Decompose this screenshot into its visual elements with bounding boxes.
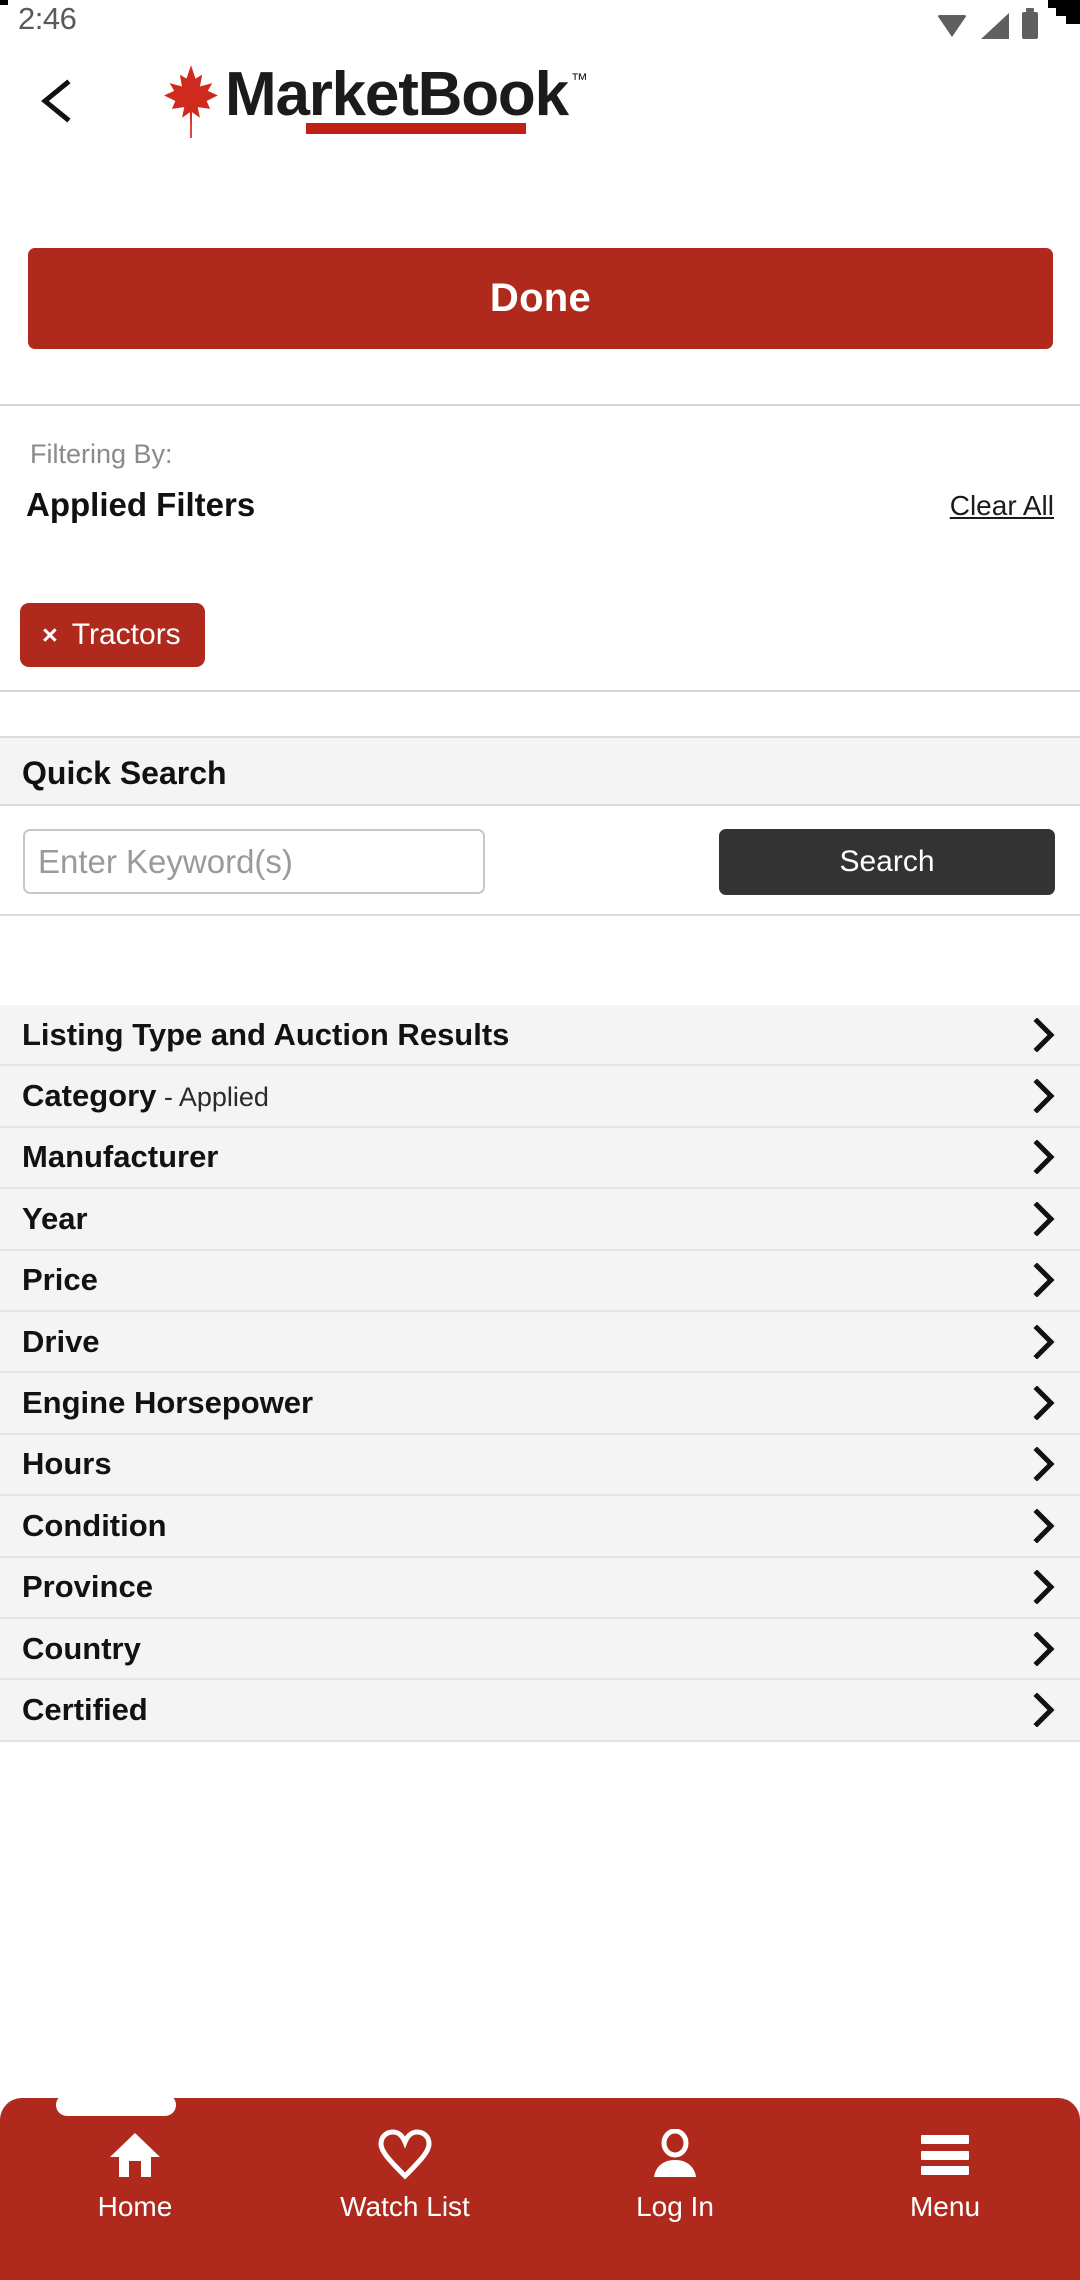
nav-item-menu[interactable]: Menu bbox=[810, 2128, 1080, 2223]
nav-item-label: Log In bbox=[636, 2191, 714, 2222]
clear-all-link[interactable]: Clear All bbox=[950, 490, 1054, 522]
filter-row-label: Manufacturer bbox=[22, 1139, 218, 1175]
nav-item-label: Home bbox=[97, 2191, 173, 2222]
trademark-symbol: ™ bbox=[570, 70, 588, 89]
filter-row[interactable]: Price bbox=[0, 1250, 1080, 1312]
screen-corner-artifact-left bbox=[0, 0, 14, 14]
app-screen: 2:46 MarketBook ™ Done Filtering By: App… bbox=[0, 0, 1080, 2280]
filter-row[interactable]: Certified bbox=[0, 1680, 1080, 1742]
marketbook-logo[interactable]: MarketBook ™ bbox=[163, 60, 588, 140]
filter-row[interactable]: Year bbox=[0, 1189, 1080, 1251]
filter-row[interactable]: Drive bbox=[0, 1311, 1080, 1374]
filter-row-label: Engine Horsepower bbox=[22, 1385, 313, 1421]
chevron-right-icon bbox=[1033, 1139, 1055, 1176]
filter-row-name: Year bbox=[22, 1200, 88, 1236]
filter-row-status: - Applied bbox=[156, 1082, 269, 1113]
done-button[interactable]: Done bbox=[28, 248, 1053, 349]
nav-item-watch-list[interactable]: Watch List bbox=[270, 2128, 540, 2223]
chevron-right-icon bbox=[1033, 1324, 1055, 1360]
filter-chip-tractors[interactable]: × Tractors bbox=[20, 603, 205, 667]
status-bar-clock: 2:46 bbox=[18, 1, 77, 36]
bottom-navigation-bar: Home Watch List Log In Menu bbox=[0, 2094, 1080, 2280]
search-input[interactable] bbox=[23, 829, 485, 894]
cellular-signal-icon bbox=[981, 13, 1009, 39]
filter-row[interactable]: Hours bbox=[0, 1434, 1080, 1497]
filter-row-name: Certified bbox=[22, 1691, 148, 1727]
heart-icon bbox=[378, 2128, 432, 2182]
quick-search-title: Quick Search bbox=[22, 755, 227, 791]
logo-underline bbox=[306, 123, 526, 134]
filter-row-label: Country bbox=[22, 1631, 141, 1667]
filter-row[interactable]: Country bbox=[0, 1618, 1080, 1681]
bottom-nav-items: Home Watch List Log In Menu bbox=[0, 2128, 1080, 2223]
nav-item-label: Menu bbox=[909, 2191, 981, 2222]
drag-handle[interactable] bbox=[56, 2094, 176, 2116]
chevron-right-icon bbox=[1033, 1017, 1055, 1053]
close-icon: × bbox=[42, 619, 58, 650]
app-header: MarketBook ™ bbox=[0, 44, 1080, 158]
filter-row-name: Listing Type and Auction Results bbox=[22, 1016, 510, 1052]
chevron-right-icon bbox=[1033, 1262, 1055, 1298]
filter-row-name: Price bbox=[22, 1262, 98, 1298]
filter-row-name: Manufacturer bbox=[22, 1139, 219, 1175]
filtering-by-label: Filtering By: bbox=[30, 439, 173, 469]
hamburger-menu-icon bbox=[921, 2128, 969, 2182]
filter-row-label: Province bbox=[22, 1569, 153, 1605]
filter-row-name: Engine Horsepower bbox=[22, 1385, 314, 1421]
maple-leaf-icon bbox=[163, 64, 219, 138]
quick-search-row: Search bbox=[0, 808, 1080, 916]
filter-row[interactable]: Category - Applied bbox=[0, 1066, 1080, 1128]
wifi-icon bbox=[937, 13, 968, 39]
filter-row[interactable]: Condition bbox=[0, 1496, 1080, 1558]
chevron-right-icon bbox=[1033, 1508, 1055, 1544]
marketbook-wordmark: MarketBook ™ bbox=[225, 60, 588, 134]
screen-corner-artifact-right bbox=[1034, 0, 1080, 30]
filter-row-name: Country bbox=[22, 1630, 141, 1666]
home-icon bbox=[108, 2128, 162, 2182]
nav-item-log-in[interactable]: Log In bbox=[540, 2128, 810, 2223]
filter-category-list: Listing Type and Auction Results Category… bbox=[0, 1005, 1080, 1742]
filter-row[interactable]: Listing Type and Auction Results bbox=[0, 1005, 1080, 1067]
filter-row[interactable]: Engine Horsepower bbox=[0, 1373, 1080, 1435]
filter-chip-label: Tractors bbox=[71, 618, 181, 651]
person-icon bbox=[648, 2128, 702, 2182]
status-bar-icons bbox=[937, 8, 1038, 39]
search-button[interactable]: Search bbox=[719, 829, 1055, 895]
chevron-left-icon bbox=[41, 79, 71, 123]
filter-row-name: Hours bbox=[22, 1446, 112, 1482]
filter-row-label: Listing Type and Auction Results bbox=[22, 1017, 509, 1053]
chevron-right-icon bbox=[1033, 1446, 1055, 1482]
chevron-right-icon bbox=[1033, 1078, 1055, 1114]
filter-row-label: Category - Applied bbox=[22, 1078, 269, 1114]
filter-row-name: Category bbox=[22, 1078, 157, 1114]
applied-filters-title: Applied Filters bbox=[26, 486, 256, 523]
logo-text: MarketBook bbox=[225, 60, 569, 129]
nav-item-label: Watch List bbox=[340, 2191, 470, 2222]
filter-row-label: Certified bbox=[22, 1692, 148, 1728]
status-bar: 2:46 bbox=[0, 0, 1080, 44]
filter-row-label: Price bbox=[22, 1262, 98, 1298]
filter-row[interactable]: Manufacturer bbox=[0, 1127, 1080, 1190]
quick-search-section-header: Quick Search bbox=[0, 736, 1080, 806]
chevron-right-icon bbox=[1033, 1569, 1055, 1605]
chevron-right-icon bbox=[1033, 1692, 1055, 1728]
chevron-right-icon bbox=[1033, 1631, 1055, 1667]
filter-row-label: Condition bbox=[22, 1508, 167, 1544]
filter-row-label: Year bbox=[22, 1201, 88, 1237]
filter-row-name: Condition bbox=[22, 1507, 167, 1543]
filter-row-label: Hours bbox=[22, 1446, 112, 1482]
back-button[interactable] bbox=[28, 70, 90, 132]
nav-item-home[interactable]: Home bbox=[0, 2128, 270, 2223]
filter-row-name: Drive bbox=[22, 1323, 100, 1359]
chevron-right-icon bbox=[1033, 1385, 1055, 1421]
filter-row[interactable]: Province bbox=[0, 1557, 1080, 1619]
filter-row-label: Drive bbox=[22, 1324, 100, 1360]
chevron-right-icon bbox=[1033, 1201, 1055, 1237]
filter-row-name: Province bbox=[22, 1569, 153, 1605]
